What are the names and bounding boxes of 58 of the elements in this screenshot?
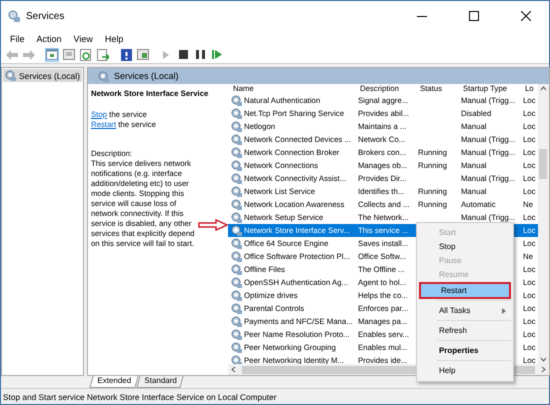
service-icon (230, 160, 242, 171)
arrow-icon (198, 219, 228, 231)
service-icon (230, 134, 242, 145)
service-icon (230, 329, 242, 340)
service-icon (98, 70, 109, 82)
service-icon (230, 173, 242, 184)
service-icon (230, 212, 242, 223)
pause-icon[interactable] (193, 48, 207, 62)
close-button[interactable] (521, 11, 531, 21)
service-icon (230, 342, 242, 353)
menu-item[interactable]: Properties (418, 342, 511, 359)
status-bar: Stop and Start service Network Store Interface Service on Local Computer (1, 388, 549, 404)
service-icon (230, 186, 242, 197)
help-icon[interactable] (119, 48, 133, 62)
scroll-up-icon[interactable] (540, 84, 547, 92)
service-icon (230, 316, 242, 327)
vertical-scrollbar[interactable] (538, 84, 549, 364)
window-title: Services (26, 10, 66, 22)
scroll-left-icon[interactable] (230, 366, 236, 373)
service-icon (230, 147, 242, 158)
menu-item[interactable]: Help (418, 362, 511, 379)
menu-item[interactable]: Help (100, 34, 128, 44)
service-icon (230, 251, 242, 262)
menu-item[interactable]: Stop (418, 239, 511, 253)
scroll-right-icon[interactable] (540, 366, 547, 373)
menu-item[interactable]: File (5, 34, 30, 44)
service-icon (230, 303, 242, 314)
menu-item[interactable]: Refresh (418, 322, 511, 339)
menu-item[interactable]: View (68, 34, 98, 44)
sheet-icon[interactable] (62, 48, 76, 62)
service-icon (230, 199, 242, 210)
export-icon[interactable] (96, 48, 110, 62)
service-icon (230, 277, 242, 288)
service-icon (230, 225, 242, 236)
view-tab[interactable]: Standard (136, 376, 184, 388)
service-icon (230, 290, 242, 301)
scroll-thumb[interactable] (539, 149, 548, 179)
maximize-button[interactable] (469, 11, 479, 21)
tree-icon[interactable] (45, 48, 59, 62)
menu-item[interactable]: All Tasks (418, 302, 511, 319)
panel-icon[interactable] (136, 48, 150, 62)
tree-item[interactable]: Services (Local) (3, 69, 82, 82)
resume-icon[interactable] (210, 48, 224, 62)
service-icon (230, 95, 242, 106)
service-icon (230, 238, 242, 249)
pane-title: Services (Local) (114, 71, 178, 81)
services-icon (8, 10, 20, 22)
service-icon (230, 108, 242, 119)
view-tab[interactable]: Extended (89, 376, 138, 388)
refresh-icon[interactable] (79, 48, 93, 62)
service-icon (230, 264, 242, 275)
service-icon (230, 121, 242, 132)
submenu-arrow-icon (502, 308, 506, 314)
menu-item[interactable]: Action (32, 34, 67, 44)
stop-icon[interactable] (176, 48, 190, 62)
scroll-down-icon[interactable] (540, 356, 547, 364)
service-icon (5, 70, 16, 81)
menu-item[interactable]: Restart (418, 282, 511, 299)
